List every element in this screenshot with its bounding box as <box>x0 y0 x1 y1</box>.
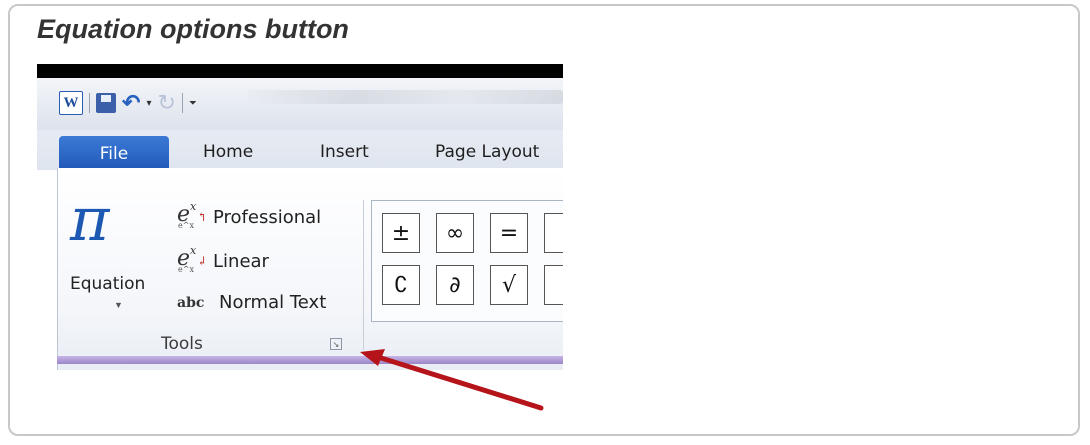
arrow-head <box>360 349 385 366</box>
pointer-arrow <box>360 349 544 411</box>
arrow-shaft <box>375 354 544 411</box>
